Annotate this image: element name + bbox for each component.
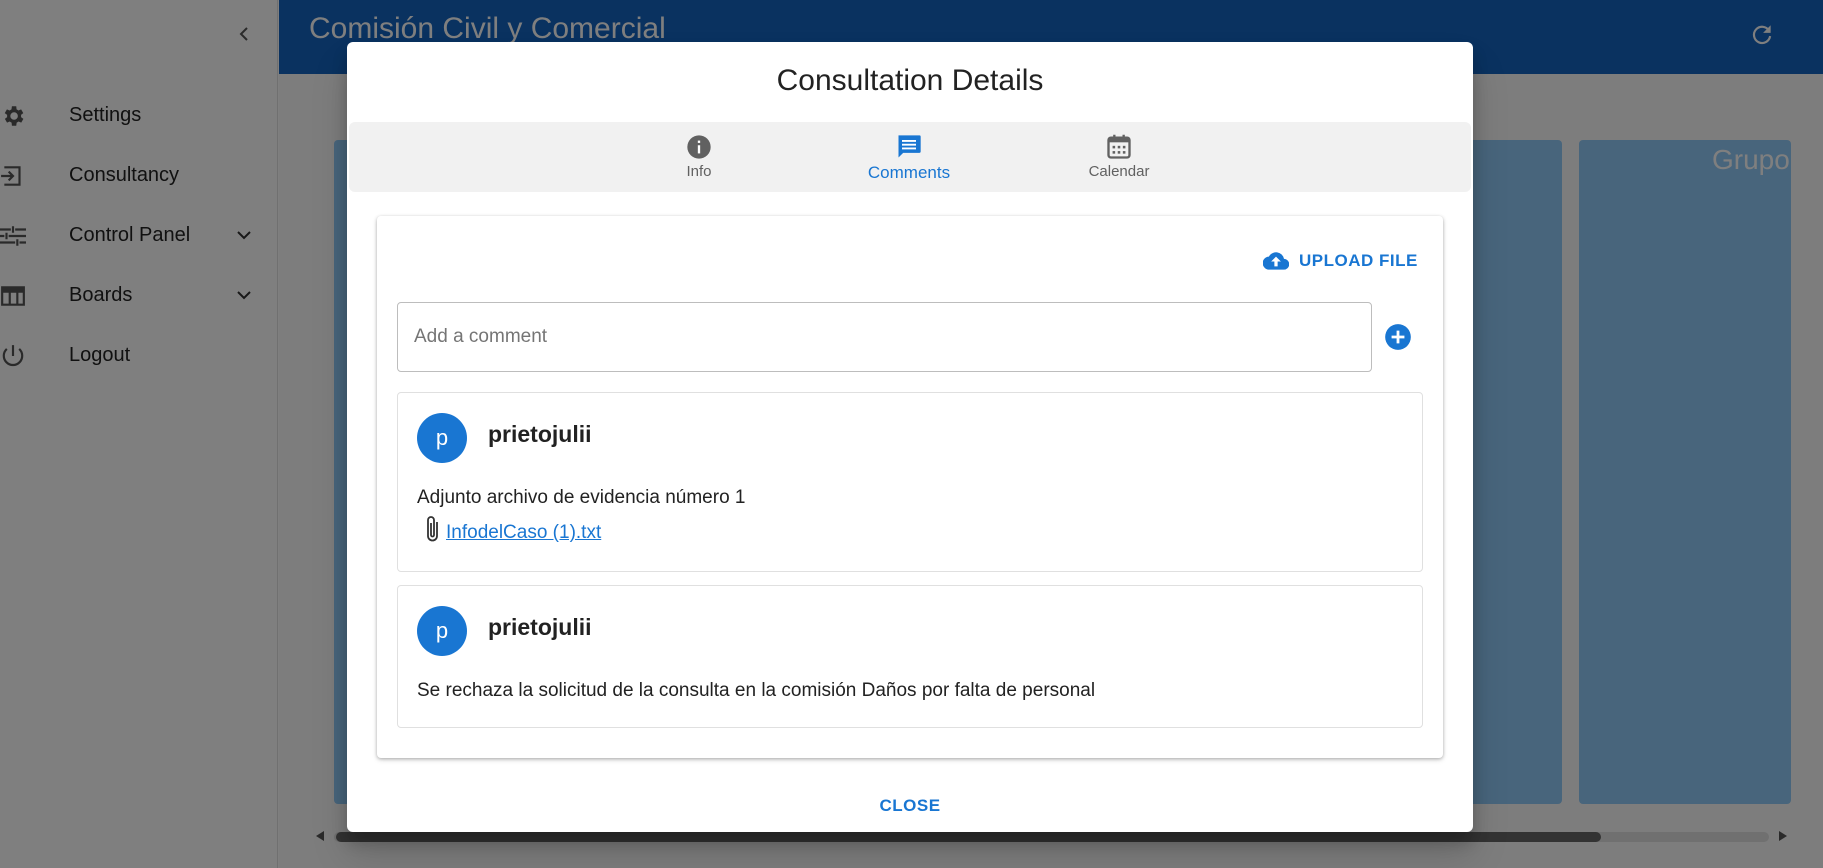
upload-file-label: UPLOAD FILE [1299, 251, 1418, 270]
attachment-link[interactable]: InfodelCaso (1).txt [422, 514, 601, 544]
dialog-tabs: Info Comments Calendar [349, 122, 1471, 192]
comment-text: Se rechaza la solicitud de la consulta e… [417, 680, 1096, 701]
comments-panel: UPLOAD FILE p prietojulii Adjunto archiv… [377, 216, 1443, 758]
info-icon [687, 135, 711, 159]
comment-input[interactable] [397, 302, 1372, 372]
close-button[interactable]: CLOSE [879, 796, 940, 815]
comment-text: Adjunto archivo de evidencia número 1 [417, 487, 746, 508]
comment-item: p prietojulii Adjunto archivo de evidenc… [397, 392, 1423, 572]
tab-label: Calendar [1088, 163, 1150, 180]
paperclip-icon [427, 516, 438, 542]
cloud-upload-icon [1263, 252, 1289, 270]
tab-label: Comments [867, 163, 951, 182]
avatar: p [417, 413, 467, 463]
comment-item: p prietojulii Se rechaza la solicitud de… [397, 585, 1423, 728]
dialog-title: Consultation Details [776, 64, 1044, 97]
tab-info[interactable]: Info [599, 122, 799, 192]
comment-icon [898, 135, 921, 158]
attachment-filename[interactable]: InfodelCaso (1).txt [446, 522, 601, 544]
tab-label: Info [686, 163, 712, 180]
upload-file-button[interactable]: UPLOAD FILE [1263, 246, 1418, 276]
tab-calendar[interactable]: Calendar [1019, 122, 1219, 192]
avatar: p [417, 606, 467, 656]
close-button-row: CLOSE [347, 796, 1473, 816]
calendar-icon [1107, 134, 1131, 159]
tab-comments[interactable]: Comments [809, 122, 1009, 192]
add-circle-icon[interactable] [1384, 323, 1412, 351]
consultation-details-dialog: Consultation Details Info Comments Calen… [347, 42, 1473, 832]
comment-author: prietojulii [488, 614, 592, 640]
comment-author: prietojulii [488, 421, 592, 447]
